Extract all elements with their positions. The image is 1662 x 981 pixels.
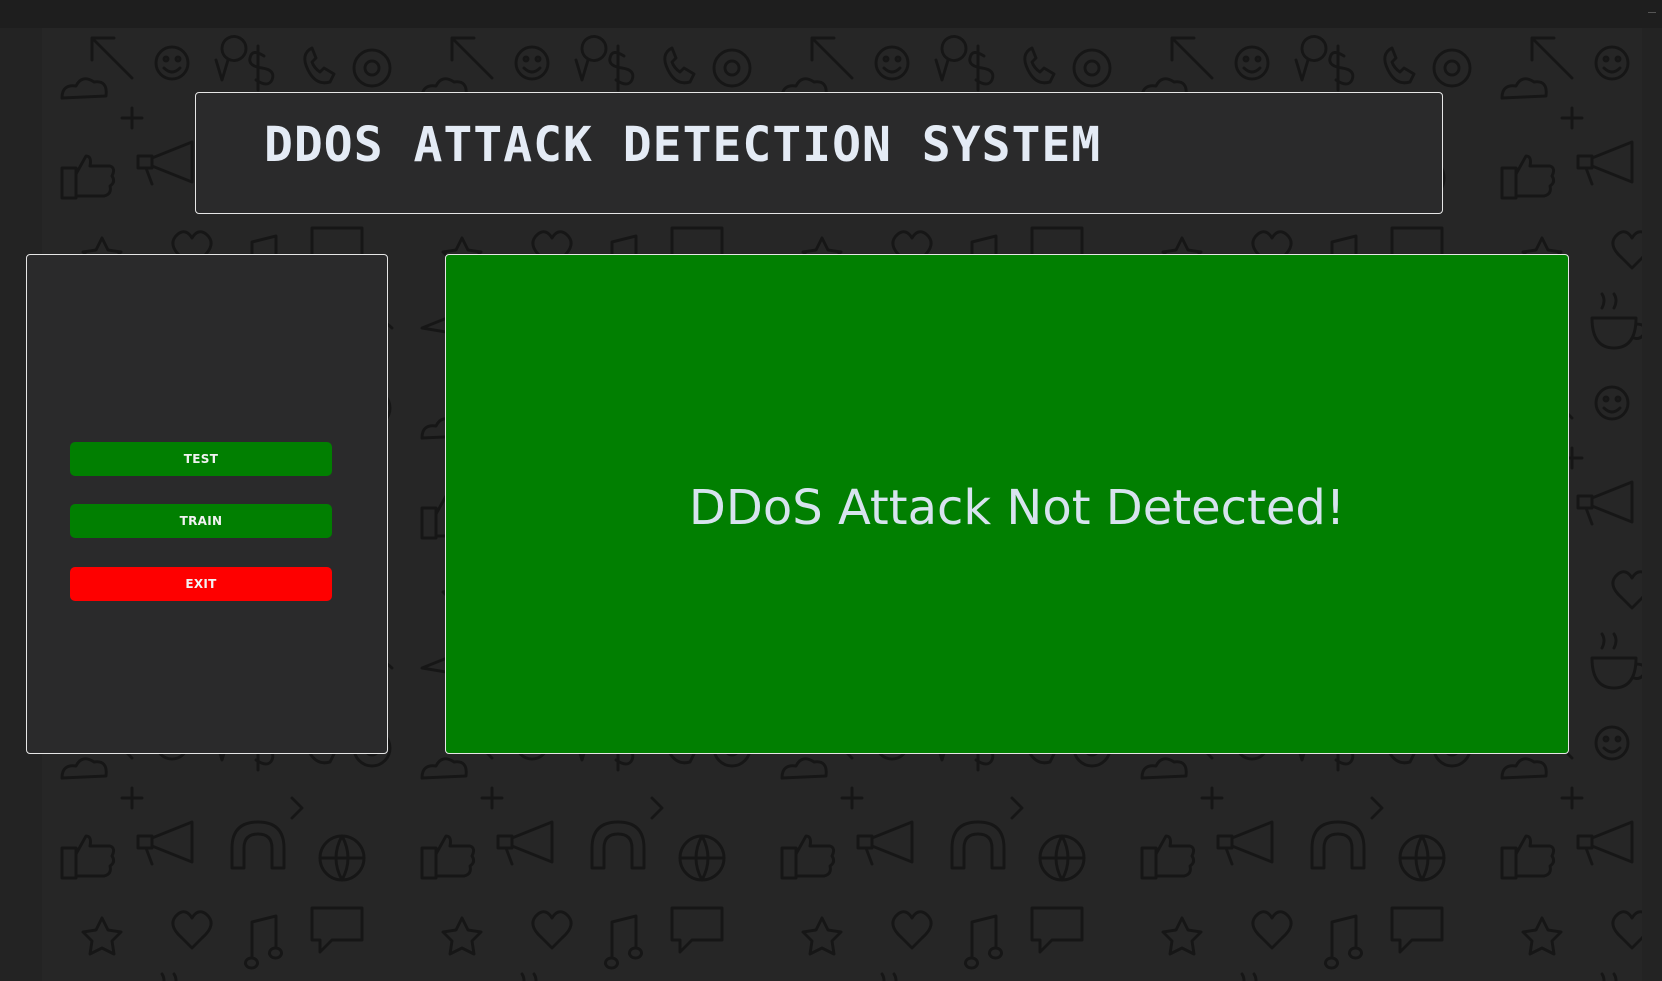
exit-button[interactable]: EXIT bbox=[70, 567, 332, 601]
result-panel: DDoS Attack Not Detected! bbox=[445, 254, 1569, 754]
minimize-icon[interactable] bbox=[1648, 12, 1656, 13]
window-titlebar bbox=[0, 0, 1662, 28]
test-button[interactable]: TEST bbox=[70, 442, 332, 476]
page-title: DDOS ATTACK DETECTION SYSTEM bbox=[264, 117, 1102, 173]
app-window: DDOS ATTACK DETECTION SYSTEM TEST TRAIN … bbox=[0, 0, 1662, 981]
detection-result-message: DDoS Attack Not Detected! bbox=[688, 480, 1346, 536]
header-panel: DDOS ATTACK DETECTION SYSTEM bbox=[195, 92, 1443, 214]
control-panel: TEST TRAIN EXIT bbox=[26, 254, 388, 754]
train-button[interactable]: TRAIN bbox=[70, 504, 332, 538]
